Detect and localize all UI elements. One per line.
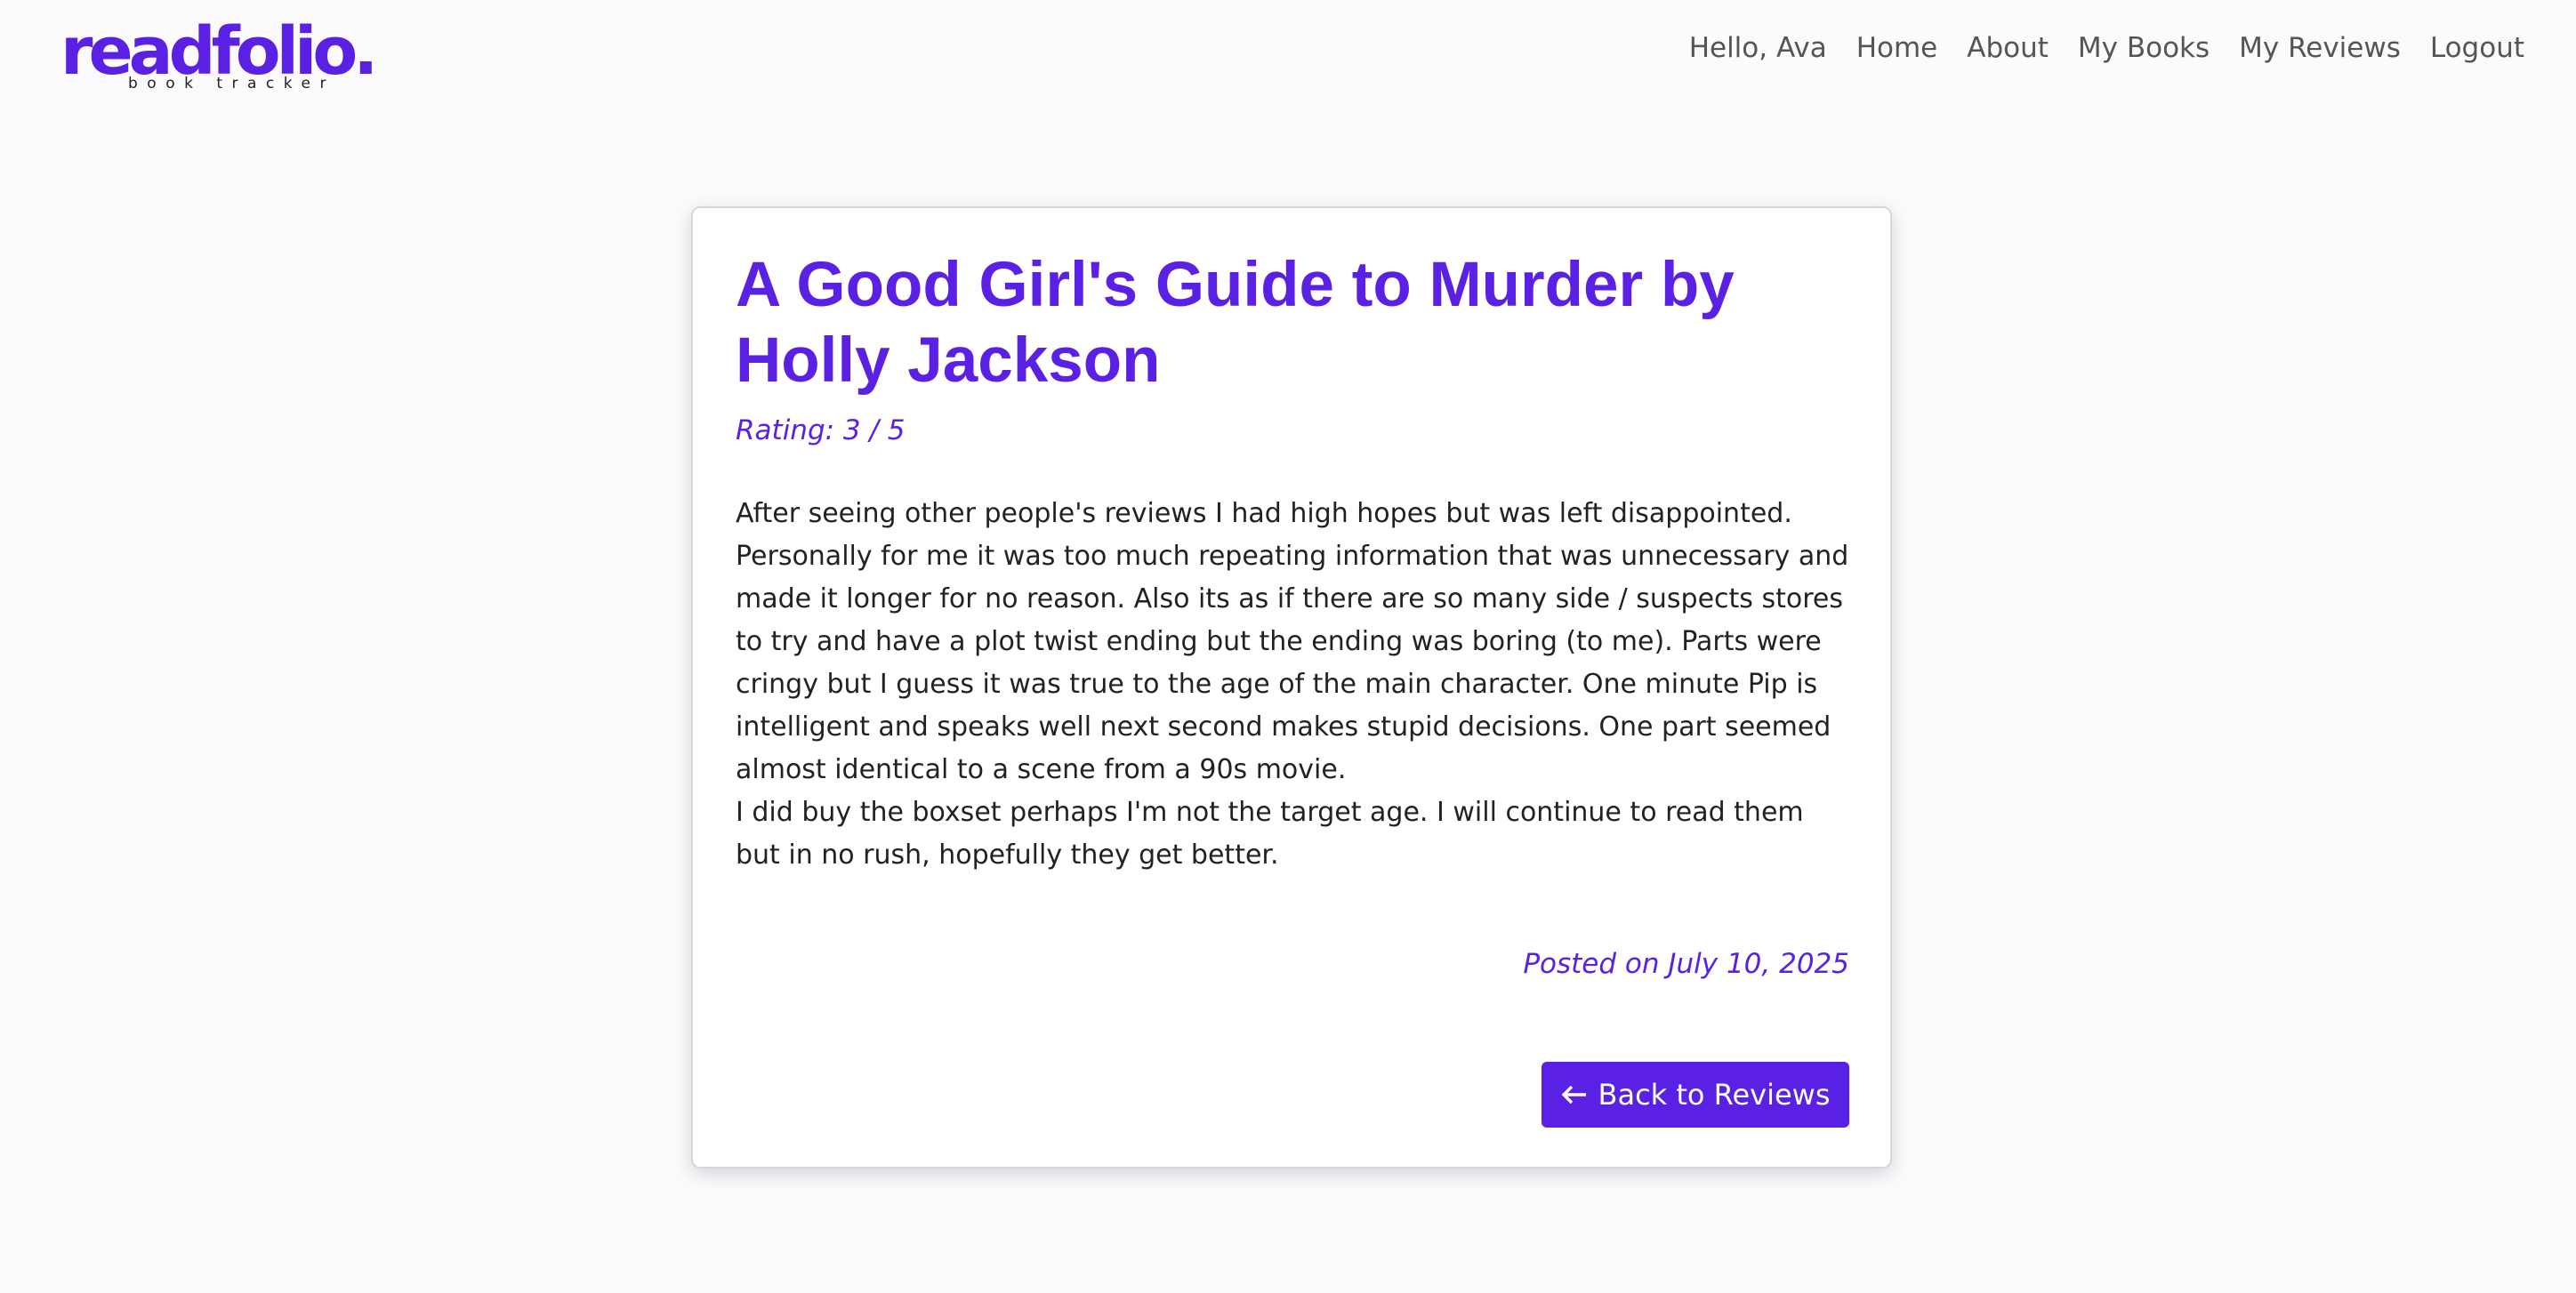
- review-card: A Good Girl's Guide to Murder by Holly J…: [691, 206, 1892, 1169]
- review-rating: Rating: 3 / 5: [736, 414, 906, 446]
- review-paragraph: I did buy the boxset perhaps I'm not the…: [736, 797, 1804, 871]
- brand-logo[interactable]: readfolio. book tracker: [60, 9, 378, 98]
- nav-item-my-reviews[interactable]: My Reviews: [2239, 32, 2401, 64]
- review-title: A Good Girl's Guide to Murder by Holly J…: [736, 250, 1735, 396]
- back-to-reviews-label: Back to Reviews: [1598, 1078, 1831, 1112]
- review-body: After seeing other people's reviews I ha…: [736, 493, 1852, 877]
- navbar: readfolio. book tracker Hello, Ava Home …: [0, 0, 2576, 107]
- nav-greeting[interactable]: Hello, Ava: [1689, 32, 1827, 64]
- nav-item-about[interactable]: About: [1967, 32, 2049, 64]
- brand-tagline: book tracker: [128, 75, 335, 92]
- review-paragraph: After seeing other people's reviews I ha…: [736, 498, 1849, 785]
- back-to-reviews-button[interactable]: Back to Reviews: [1542, 1062, 1849, 1128]
- nav-item-home[interactable]: Home: [1856, 32, 1938, 64]
- arrow-left-icon: [1561, 1084, 1588, 1105]
- nav-links: Hello, Ava Home About My Books My Review…: [1689, 32, 2524, 64]
- nav-item-logout[interactable]: Logout: [2430, 32, 2524, 64]
- posted-date: Posted on July 10, 2025: [1523, 948, 1849, 980]
- nav-item-my-books[interactable]: My Books: [2078, 32, 2210, 64]
